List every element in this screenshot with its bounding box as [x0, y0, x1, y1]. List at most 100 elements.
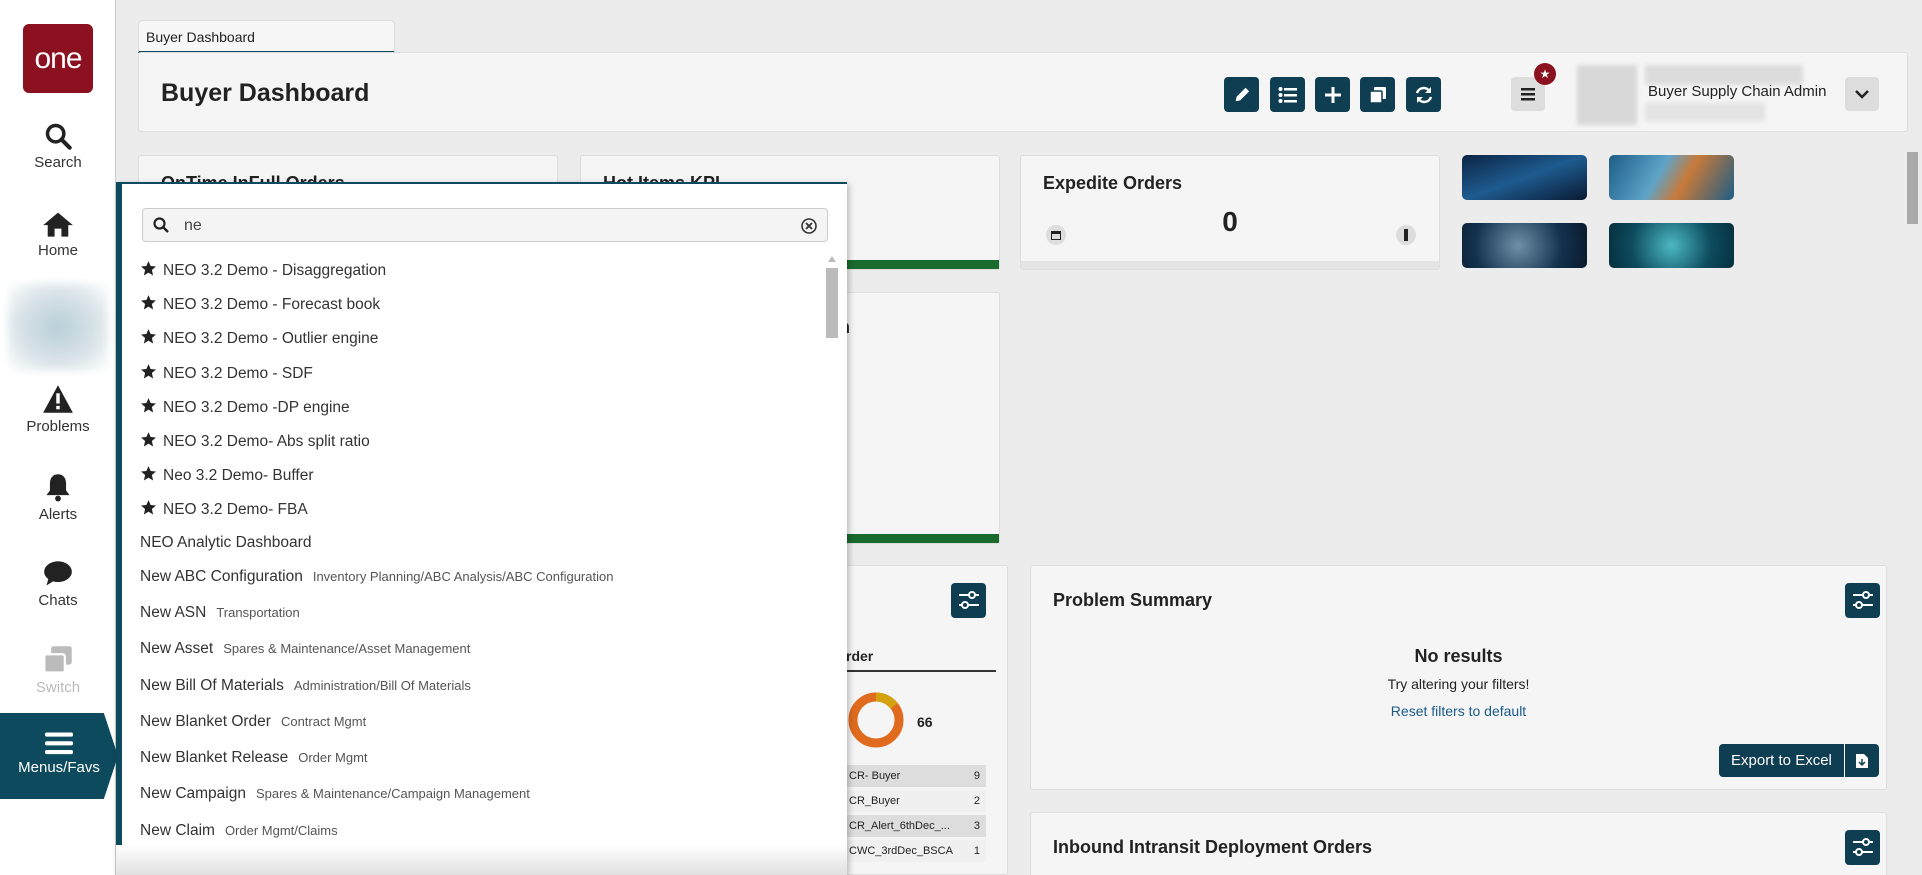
- menu-result-item[interactable]: Neo 3.2 Demo- Buffer: [140, 465, 313, 495]
- column-header: rder: [846, 648, 996, 672]
- legend-value: 3: [973, 820, 980, 832]
- nav-home[interactable]: Home: [0, 210, 116, 259]
- user-blurred-text: [1645, 65, 1803, 85]
- tab-buyer-dashboard[interactable]: Buyer Dashboard: [138, 20, 395, 53]
- menu-search-input[interactable]: ne: [142, 208, 828, 242]
- nav-switch[interactable]: Switch: [0, 645, 116, 696]
- export-excel-button[interactable]: Export to Excel: [1719, 744, 1879, 777]
- result-label: New Claim: [140, 821, 215, 839]
- reset-filters-link[interactable]: Reset filters to default: [1031, 703, 1886, 719]
- user-avatar[interactable]: [1577, 65, 1637, 125]
- result-path: Contract Mgmt: [280, 713, 367, 729]
- legend-row[interactable]: CR- Buyer 9: [846, 765, 986, 787]
- tab-label: Buyer Dashboard: [146, 29, 255, 45]
- card-title: Inbound Intransit Deployment Orders: [1053, 837, 1373, 857]
- star-icon[interactable]: [140, 397, 157, 419]
- result-path: Transportation: [216, 604, 300, 620]
- legend-row[interactable]: CR_Buyer 2: [846, 790, 986, 812]
- legend-label: CR_Buyer: [849, 795, 900, 807]
- legend-row[interactable]: CWC_3rdDec_BSCA 1: [846, 840, 986, 862]
- menu-result-item[interactable]: NEO 3.2 Demo - Disaggregation: [140, 260, 386, 290]
- search-icon: [45, 123, 72, 150]
- legend-row[interactable]: CR_Alert_6thDec_... 3: [846, 815, 986, 837]
- menu-result-item[interactable]: NEO 3.2 Demo -DP engine: [140, 397, 350, 427]
- clear-icon[interactable]: [801, 218, 817, 234]
- legend-value: 1: [973, 845, 980, 857]
- result-label: NEO 3.2 Demo- FBA: [163, 501, 308, 519]
- results-scrollbar[interactable]: [825, 256, 839, 872]
- nav-chats[interactable]: Chats: [0, 560, 116, 609]
- calendar-icon[interactable]: [1046, 225, 1066, 245]
- scroll-up-icon[interactable]: [828, 256, 836, 262]
- no-results-hint: Try altering your filters!: [1387, 676, 1530, 692]
- star-icon[interactable]: [140, 431, 157, 453]
- pencil-icon: [1235, 87, 1249, 101]
- edit-button[interactable]: [1224, 77, 1259, 112]
- user-role: Buyer Supply Chain Admin: [1648, 83, 1827, 100]
- thumbnail-image[interactable]: [1609, 155, 1734, 200]
- menu-result-item[interactable]: New Bill Of Materials Administration/Bill…: [140, 677, 471, 707]
- copy-icon: [1368, 86, 1386, 104]
- star-icon[interactable]: [140, 363, 157, 385]
- thumbnail-image[interactable]: [1462, 223, 1587, 268]
- nav-problems-label: Problems: [26, 418, 90, 435]
- page-scrollbar[interactable]: [1905, 140, 1920, 870]
- user-blurred-text: [1645, 103, 1765, 121]
- scrollbar-thumb[interactable]: [1907, 152, 1918, 224]
- menu-result-item[interactable]: New Campaign Spares & Maintenance/Campaig…: [140, 785, 530, 815]
- card-title: Problem Summary: [1053, 590, 1213, 610]
- bell-icon: [46, 474, 70, 502]
- star-icon: ★: [1539, 67, 1551, 81]
- result-path: Inventory Planning/ABC Analysis/ABC Conf…: [312, 568, 614, 584]
- refresh-button[interactable]: [1406, 77, 1441, 112]
- nav-problems[interactable]: Problems: [0, 384, 116, 435]
- star-icon[interactable]: [140, 465, 157, 487]
- result-path: Administration/Bill Of Materials: [293, 677, 471, 693]
- search-icon: [153, 217, 169, 233]
- menu-result-item[interactable]: New ASN Transportation: [140, 604, 300, 634]
- sliders-icon: [958, 590, 979, 609]
- filter-button[interactable]: [951, 583, 986, 618]
- thumbnail-image[interactable]: [1609, 223, 1734, 268]
- result-path: Order Mgmt: [298, 750, 368, 766]
- list-icon: [1278, 86, 1297, 103]
- nav-menus-favs[interactable]: Menus/Favs: [0, 713, 118, 799]
- problem-summary-card: Problem Summary No results Try altering …: [1030, 565, 1887, 790]
- menu-result-item[interactable]: NEO 3.2 Demo - Outlier engine: [140, 328, 378, 358]
- star-icon[interactable]: [140, 260, 157, 282]
- user-menu-button[interactable]: [1845, 77, 1879, 111]
- result-label: NEO 3.2 Demo -DP engine: [163, 398, 350, 416]
- refresh-icon: [1415, 86, 1432, 103]
- chevron-down-icon: [1855, 90, 1869, 99]
- star-icon[interactable]: [140, 499, 157, 521]
- menu-result-item[interactable]: NEO 3.2 Demo - SDF: [140, 363, 313, 393]
- copy-button[interactable]: [1360, 77, 1395, 112]
- thumbnail-image[interactable]: [1462, 155, 1587, 200]
- filter-button[interactable]: [1845, 830, 1880, 865]
- result-path: Spares & Maintenance/Campaign Management: [255, 786, 530, 802]
- menu-result-item[interactable]: New Blanket Release Order Mgmt: [140, 749, 368, 779]
- list-button[interactable]: [1270, 77, 1305, 112]
- scrollbar-thumb[interactable]: [826, 268, 838, 338]
- menu-result-item[interactable]: NEO Analytic Dashboard: [140, 534, 311, 564]
- hamburger-icon: [45, 732, 73, 755]
- no-results-heading: No results: [1414, 646, 1503, 666]
- info-icon[interactable]: [1396, 225, 1416, 245]
- menu-result-item[interactable]: NEO 3.2 Demo - Forecast book: [140, 294, 380, 324]
- menu-result-item[interactable]: NEO 3.2 Demo- FBA: [140, 499, 308, 529]
- menu-result-item[interactable]: New ABC Configuration Inventory Planning/…: [140, 568, 613, 598]
- menu-result-item[interactable]: NEO 3.2 Demo- Abs split ratio: [140, 431, 370, 461]
- star-icon[interactable]: [140, 328, 157, 350]
- menu-result-item[interactable]: New Asset Spares & Maintenance/Asset Mana…: [140, 640, 470, 670]
- home-icon: [43, 212, 73, 237]
- avatar[interactable]: [8, 283, 108, 371]
- result-label: Neo 3.2 Demo- Buffer: [163, 467, 314, 485]
- nav-alerts[interactable]: Alerts: [0, 472, 116, 523]
- nav-search[interactable]: Search: [0, 122, 116, 171]
- menu-result-item[interactable]: New Blanket Order Contract Mgmt: [140, 713, 366, 743]
- star-icon[interactable]: [140, 294, 157, 316]
- app-logo[interactable]: one: [23, 24, 93, 93]
- add-button[interactable]: [1315, 77, 1350, 112]
- filter-button[interactable]: [1845, 583, 1880, 618]
- donut-legend: CR- Buyer 9 CR_Buyer 2 CR_Alert_6thDec_...…: [846, 765, 986, 862]
